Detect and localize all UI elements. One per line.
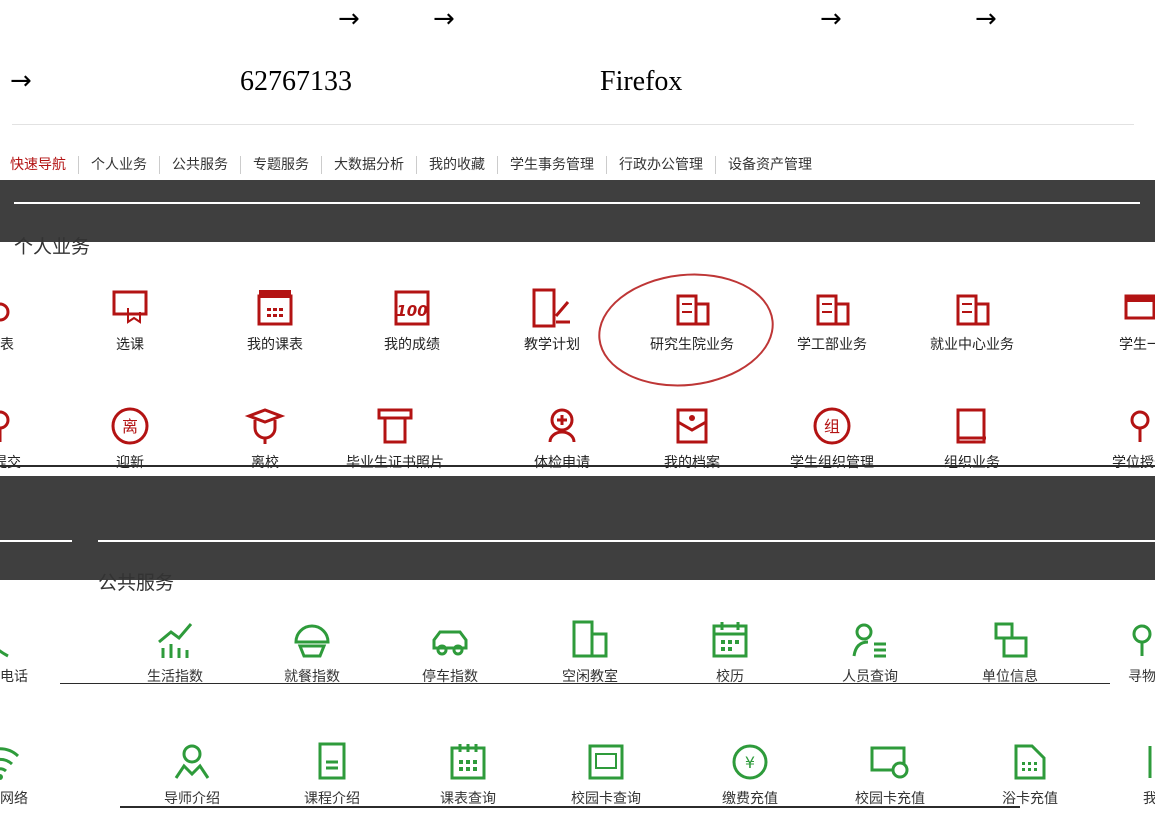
course-select-icon <box>112 290 148 324</box>
tile-my-timetable[interactable]: 我的课表 <box>225 286 325 354</box>
tile-more[interactable]: 我 <box>1100 740 1155 808</box>
calendar-icon <box>257 290 293 326</box>
tab-assets[interactable]: 设备资产管理 <box>716 156 824 174</box>
tile-parking-index[interactable]: 停车指数 <box>400 618 500 686</box>
mentor-icon <box>174 744 210 779</box>
rose-icon <box>1130 410 1150 442</box>
medical-icon <box>548 408 576 443</box>
tile-my-grades[interactable]: 100 我的成绩 <box>362 286 462 354</box>
tile-grad-cert-photo[interactable]: 毕业生证书照片 <box>345 404 445 472</box>
arrow-5: → <box>10 66 32 96</box>
tile-my-archive[interactable]: 我的档案 <box>642 404 742 472</box>
certificate-icon <box>377 408 413 444</box>
tab-admin-office[interactable]: 行政办公管理 <box>607 156 716 174</box>
red-ellipse-mark <box>592 265 780 395</box>
phone-icon <box>0 649 9 658</box>
tile-payment[interactable]: ¥ 缴费充值 <box>700 740 800 808</box>
personal-section-title: 个人业务 <box>14 236 91 258</box>
tile-degree[interactable]: 学位授予 <box>1090 404 1155 472</box>
wifi-icon <box>0 747 20 780</box>
tile-course-select[interactable]: 选课 <box>80 286 180 354</box>
tile-card-query[interactable]: 校园卡查询 <box>556 740 656 808</box>
section-band-middle <box>0 476 1155 580</box>
dining-icon <box>294 624 330 658</box>
more-icon <box>1148 746 1152 778</box>
tile-student-org[interactable]: 组 学生组织管理 <box>782 404 882 472</box>
tile-medical-apply[interactable]: 体检申请 <box>512 404 612 472</box>
tile-bath-charge[interactable]: 浴卡充值 <box>980 740 1080 808</box>
archive-icon <box>676 408 708 444</box>
strike-line <box>120 806 1020 808</box>
tile-career-center[interactable]: 就业中心业务 <box>922 286 1022 354</box>
arrow-3: → <box>820 4 842 34</box>
svg-text:¥: ¥ <box>745 753 755 772</box>
group-icon: 组 <box>813 407 851 445</box>
tile-office-phone[interactable]: 办公电话 <box>0 618 50 686</box>
arrow-1: → <box>338 4 360 34</box>
classroom-icon <box>572 620 608 658</box>
graduate-icon <box>244 408 286 444</box>
strike-line <box>60 683 1110 684</box>
tile-living-index[interactable]: 生活指数 <box>125 618 225 686</box>
tile-unit-info[interactable]: 单位信息 <box>960 618 1060 686</box>
tile-teaching-plan[interactable]: 教学计划 <box>502 286 602 354</box>
tile-form[interactable]: 张表 <box>0 286 50 354</box>
tile-campus-network[interactable]: 校园网络 <box>0 740 50 808</box>
calendar-icon <box>712 622 748 658</box>
svg-text:组: 组 <box>824 417 840 436</box>
arrow-2: → <box>433 4 455 34</box>
card-icon <box>588 744 624 780</box>
building-icon <box>816 294 850 326</box>
tile-course-intro[interactable]: 课程介绍 <box>282 740 382 808</box>
section-band-top <box>0 180 1155 242</box>
tile-welcome[interactable]: 离 迎新 <box>80 404 180 472</box>
bath-card-icon <box>1014 744 1046 780</box>
quick-nav-tabs: 快速导航 个人业务 公共服务 专题服务 大数据分析 我的收藏 学生事务管理 行政… <box>10 150 824 180</box>
book-icon <box>956 408 986 444</box>
tab-public[interactable]: 公共服务 <box>160 156 241 174</box>
arrow-4: → <box>975 4 997 34</box>
teaching-plan-icon <box>532 288 570 328</box>
tile-mentor-intro[interactable]: 导师介绍 <box>142 740 242 808</box>
public-section-title: 公共服务 <box>98 572 175 594</box>
strike-line <box>0 465 1155 467</box>
card-charge-icon <box>870 746 909 779</box>
schedule-icon <box>450 744 486 780</box>
tab-student-affairs[interactable]: 学生事务管理 <box>498 156 607 174</box>
tab-favorites[interactable]: 我的收藏 <box>417 156 498 174</box>
org-icon <box>994 622 1028 658</box>
tile-card-charge[interactable]: 校园卡充值 <box>840 740 940 808</box>
student-icon <box>1124 294 1155 320</box>
tile-lost-found[interactable]: 寻物 <box>1092 618 1155 686</box>
tile-free-classroom[interactable]: 空闲教室 <box>540 618 640 686</box>
tab-personal[interactable]: 个人业务 <box>79 156 160 174</box>
tile-student-one[interactable]: 学生一 <box>1090 286 1155 354</box>
tile-thesis-submit[interactable]: 文提交 <box>0 404 50 472</box>
rose-icon <box>0 410 10 442</box>
building-icon <box>956 294 990 326</box>
tab-topic[interactable]: 专题服务 <box>241 156 322 174</box>
tile-person-search[interactable]: 人员查询 <box>820 618 920 686</box>
lost-found-icon <box>1132 624 1152 656</box>
tile-student-work[interactable]: 学工部业务 <box>782 286 882 354</box>
car-icon <box>432 630 468 656</box>
browser-name: Firefox <box>600 66 683 97</box>
phone-number: 62767133 <box>240 66 352 97</box>
payment-icon: ¥ <box>732 744 768 780</box>
tile-timetable-query[interactable]: 课表查询 <box>418 740 518 808</box>
person-search-icon <box>852 623 886 658</box>
tab-quick-nav[interactable]: 快速导航 <box>10 156 79 174</box>
svg-text:100: 100 <box>396 302 427 320</box>
chart-icon <box>158 623 193 658</box>
score-100-icon: 100 <box>394 290 430 326</box>
svg-text:离: 离 <box>122 417 138 436</box>
tile-org-business[interactable]: 组织业务 <box>922 404 1022 472</box>
tile-leave-school[interactable]: 离校 <box>215 404 315 472</box>
tile-dining-index[interactable]: 就餐指数 <box>262 618 362 686</box>
tile-school-calendar[interactable]: 校历 <box>680 618 780 686</box>
leave-icon: 离 <box>111 407 149 445</box>
course-icon <box>318 742 346 780</box>
tab-bigdata[interactable]: 大数据分析 <box>322 156 417 174</box>
header-divider <box>12 124 1134 125</box>
